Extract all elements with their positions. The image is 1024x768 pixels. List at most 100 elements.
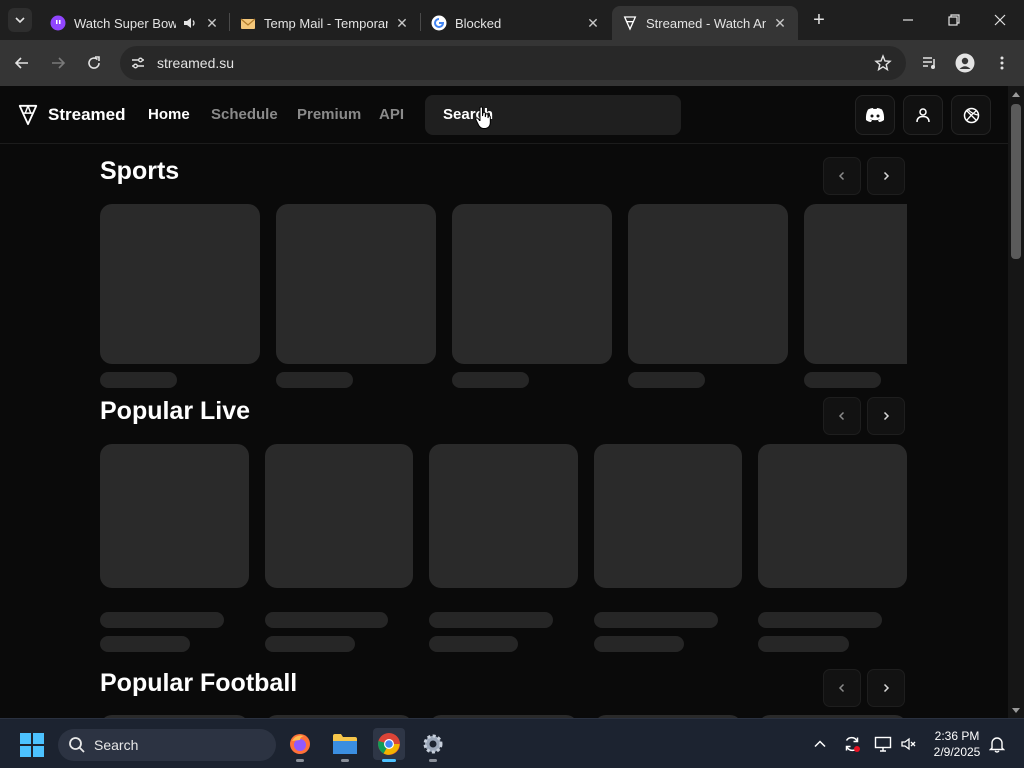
taskbar-file-explorer[interactable]	[329, 728, 361, 762]
arrow-right-icon	[52, 57, 66, 69]
sport-card[interactable]	[100, 204, 260, 364]
section-title-popular-live: Popular Live	[100, 397, 251, 425]
address-bar[interactable]: streamed.su	[120, 46, 906, 80]
close-window-button[interactable]	[986, 8, 1014, 32]
discord-icon	[865, 108, 885, 122]
live-card[interactable]	[429, 444, 578, 588]
discord-button[interactable]	[855, 95, 895, 135]
live-card-title-placeholder	[265, 612, 388, 628]
sport-card-label-placeholder	[276, 372, 353, 388]
scroll-up-arrow-icon[interactable]	[1012, 92, 1020, 97]
firefox-icon	[290, 734, 310, 754]
sport-card[interactable]	[452, 204, 612, 364]
taskbar-chrome[interactable]	[373, 728, 405, 762]
search-icon	[69, 737, 85, 753]
restore-button[interactable]	[940, 8, 968, 32]
live-card[interactable]	[594, 444, 742, 588]
scrollbar-thumb[interactable]	[1011, 104, 1021, 259]
close-tab-icon[interactable]: ✕	[204, 15, 220, 31]
browser-tab-3[interactable]: Blocked ✕	[421, 6, 611, 40]
live-card[interactable]	[758, 444, 907, 588]
system-clock[interactable]: 2:36 PM 2/9/2025	[925, 728, 989, 760]
nav-home[interactable]: Home	[148, 106, 190, 123]
site-logo[interactable]: Streamed	[17, 104, 125, 126]
nav-premium[interactable]: Premium	[297, 106, 361, 123]
popular-football-next-button[interactable]	[867, 669, 905, 707]
volume-tray-button[interactable]	[899, 734, 919, 754]
sports-prev-button[interactable]	[823, 157, 861, 195]
profile-button[interactable]	[953, 51, 977, 75]
show-hidden-icons-button[interactable]	[810, 734, 830, 754]
arrow-left-icon	[14, 57, 28, 69]
account-button[interactable]	[903, 95, 943, 135]
browser-tab-active[interactable]: Streamed - Watch Any ✕	[612, 6, 798, 40]
reload-button[interactable]	[82, 51, 106, 75]
live-card[interactable]	[265, 444, 413, 588]
site-search-button[interactable]: Search	[425, 95, 681, 135]
close-tab-icon[interactable]: ✕	[585, 15, 601, 31]
windows-start-icon[interactable]	[20, 733, 44, 757]
chrome-icon	[378, 733, 400, 755]
minimize-button[interactable]	[894, 8, 922, 32]
live-card[interactable]	[100, 444, 249, 588]
twitch-favicon-icon	[50, 15, 66, 31]
browser-tab-2[interactable]: Temp Mail - Temporary ✕	[230, 6, 420, 40]
scroll-down-arrow-icon[interactable]	[1012, 708, 1020, 713]
running-indicator	[296, 759, 304, 762]
chevron-right-icon	[883, 683, 890, 693]
popular-live-prev-button[interactable]	[823, 397, 861, 435]
section-title-sports: Sports	[100, 157, 180, 185]
browser-tab-1[interactable]: Watch Super Bowl ✕	[40, 6, 230, 40]
taskbar-search-label: Search	[94, 737, 139, 753]
nav-schedule[interactable]: Schedule	[211, 106, 278, 123]
new-tab-button[interactable]: +	[808, 9, 830, 31]
nav-api[interactable]: API	[379, 106, 404, 123]
chevron-left-icon	[838, 171, 845, 181]
popular-live-next-button[interactable]	[867, 397, 905, 435]
close-icon	[994, 14, 1006, 26]
restore-icon	[948, 14, 960, 26]
active-indicator	[382, 759, 396, 762]
browser-menu-button[interactable]	[990, 51, 1014, 75]
sport-card[interactable]	[804, 204, 907, 364]
windows-taskbar: Search 2:36 PM 2/9/2025	[0, 718, 1024, 768]
sports-ball-button[interactable]	[951, 95, 991, 135]
basketball-icon	[963, 107, 979, 123]
tab-title: Streamed - Watch Any	[646, 15, 766, 31]
close-tab-icon[interactable]: ✕	[772, 15, 788, 31]
sport-card[interactable]	[628, 204, 788, 364]
chevron-up-icon	[814, 740, 826, 748]
site-settings-icon[interactable]	[130, 55, 146, 71]
live-card-subtitle-placeholder	[758, 636, 849, 652]
tab-search-button[interactable]	[8, 8, 32, 32]
sport-card-label-placeholder	[804, 372, 881, 388]
bookmark-star-icon[interactable]	[874, 54, 892, 72]
page-scrollbar[interactable]	[1008, 86, 1024, 718]
notifications-button[interactable]	[987, 734, 1007, 754]
chevron-left-icon	[838, 683, 845, 693]
reload-icon	[88, 56, 100, 69]
taskbar-firefox[interactable]	[284, 728, 316, 762]
popular-football-prev-button[interactable]	[823, 669, 861, 707]
google-favicon-icon	[431, 15, 447, 31]
browser-toolbar: streamed.su	[0, 40, 1024, 86]
user-icon	[916, 108, 930, 123]
sport-card[interactable]	[276, 204, 436, 364]
settings-gear-icon	[423, 734, 443, 754]
taskbar-search-box[interactable]: Search	[58, 729, 276, 761]
media-queue-icon	[923, 57, 935, 69]
tempmail-favicon-icon	[240, 15, 256, 31]
sync-tray-button[interactable]	[842, 734, 862, 754]
site-navbar: Streamed Home Schedule Premium API Searc…	[0, 86, 1008, 144]
taskbar-settings[interactable]	[417, 728, 449, 762]
back-button[interactable]	[10, 51, 34, 75]
close-tab-icon[interactable]: ✕	[394, 15, 410, 31]
streamed-favicon-icon	[622, 15, 638, 31]
media-control-button[interactable]	[918, 51, 942, 75]
more-vertical-icon	[1000, 56, 1004, 70]
sports-next-button[interactable]	[867, 157, 905, 195]
network-tray-button[interactable]	[873, 734, 893, 754]
speaker-icon[interactable]	[182, 15, 198, 31]
tab-title: Blocked	[455, 15, 502, 31]
forward-button[interactable]	[46, 51, 70, 75]
